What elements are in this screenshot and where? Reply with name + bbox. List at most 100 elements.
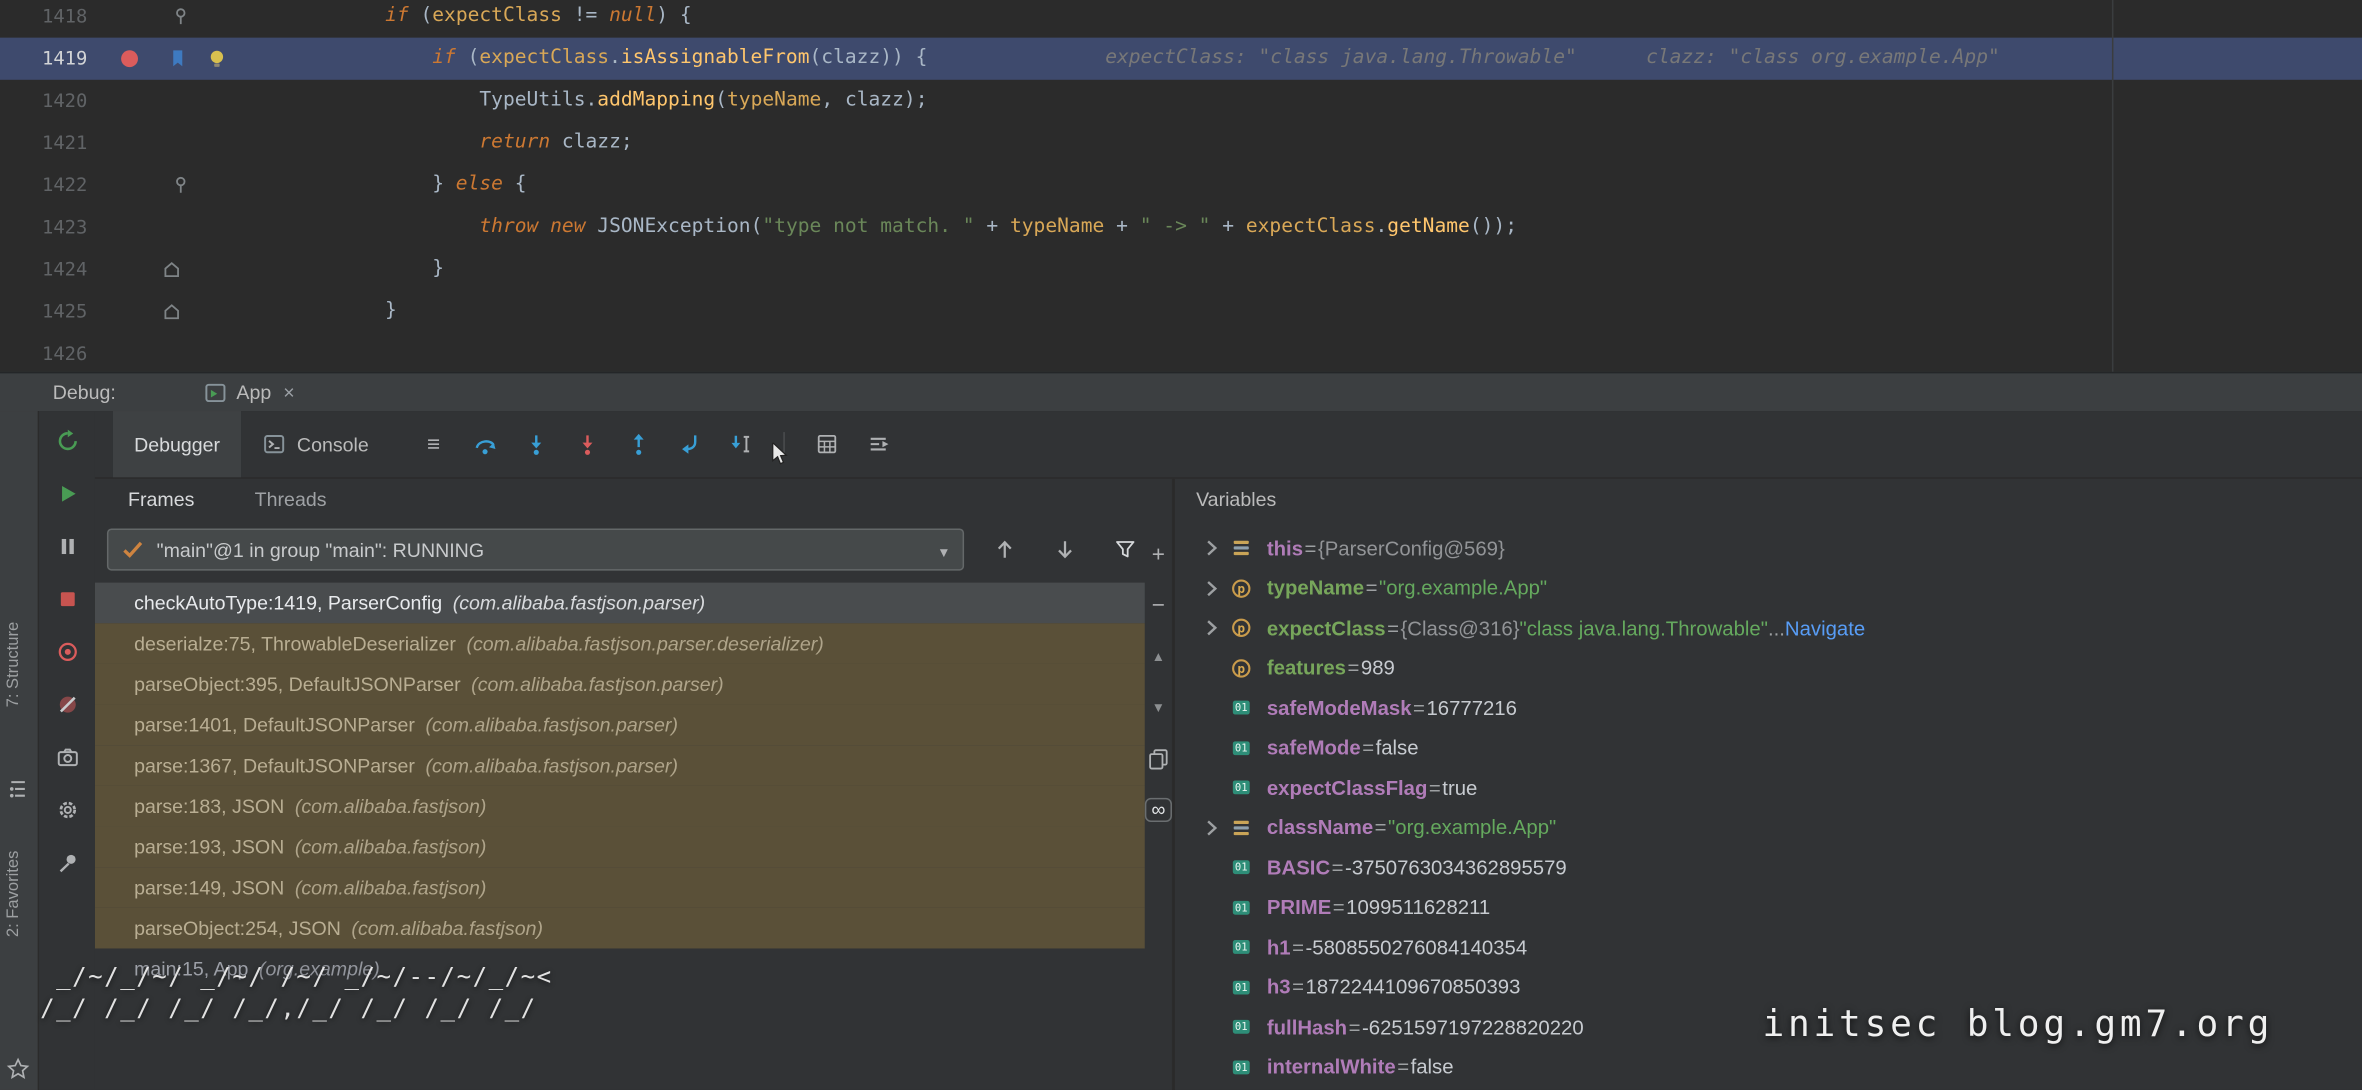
drop-frame-icon[interactable] [670,425,709,464]
frames-tabs: Frames Threads [95,479,1145,520]
async-traces-icon[interactable]: ∞ [1145,798,1172,822]
tab-debugger[interactable]: Debugger [113,411,241,477]
close-icon[interactable]: × [283,381,294,404]
code-line[interactable]: 1421 return clazz; [0,122,2362,164]
line-number[interactable]: 1425 [0,291,87,333]
svg-text:01: 01 [1235,982,1248,994]
copy-stack-icon[interactable] [1145,747,1172,771]
variable-row[interactable]: className = "org.example.App" [1175,808,2362,848]
line-number[interactable]: 1419 [0,38,87,80]
step-into-icon[interactable] [516,425,555,464]
line-number[interactable]: 1421 [0,122,87,164]
variable-row[interactable]: 01PRIME = 1099511628211 [1175,888,2362,928]
code-text [291,333,2362,372]
house-mark-icon [160,300,184,324]
frame-row[interactable]: parseObject:395, DefaultJSONParser(com.a… [95,664,1145,705]
variable-name: BASIC [1267,856,1330,879]
gutter-icons [87,80,290,122]
line-number[interactable]: 1423 [0,206,87,248]
favorites-icon[interactable] [6,1057,30,1081]
tab-frames[interactable]: Frames [128,488,194,511]
run-to-cursor-icon[interactable] [721,425,760,464]
chevron-right-icon[interactable] [1193,816,1229,840]
variable-value: {ParserConfig@569} [1318,537,1505,560]
code-line[interactable]: 1424 } [0,248,2362,290]
variable-row[interactable]: pfeatures = 989 [1175,648,2362,688]
variable-value: -6251597197228820220 [1362,1016,1584,1039]
chevron-right-icon[interactable] [1193,536,1229,560]
variable-row[interactable]: ptypeName = "org.example.App" [1175,568,2362,608]
mute-breakpoints-icon[interactable] [53,693,80,717]
rerun-icon[interactable] [53,429,80,453]
pin-mark-icon [169,5,193,29]
variable-row[interactable]: pexpectClass = {Class@316} "class java.l… [1175,608,2362,648]
structure-icon[interactable] [6,777,30,801]
code-line[interactable]: 1425 } [0,291,2362,333]
step-over-icon[interactable] [465,425,504,464]
variable-row[interactable]: 01BASIC = -3750763034362895579 [1175,848,2362,888]
frame-row[interactable]: parse:193, JSON(com.alibaba.fastjson) [95,827,1145,868]
scroll-down-icon[interactable]: ▼ [1145,696,1172,720]
resume-icon[interactable] [53,482,80,506]
toolwindow-button-structure[interactable]: 7: Structure [5,622,23,708]
add-icon[interactable]: + [1145,542,1172,566]
variable-row[interactable]: 01h3 = 1872244109670850393 [1175,967,2362,1007]
scroll-up-icon[interactable]: ▲ [1145,644,1172,668]
chevron-right-icon[interactable] [1193,576,1229,600]
evaluate-expression-icon[interactable] [807,425,846,464]
equals-sign: = [1305,537,1317,560]
breakpoint-icon[interactable] [117,47,141,71]
code-line[interactable]: 1420 TypeUtils.addMapping(typeName, claz… [0,80,2362,122]
tab-console[interactable]: Console [241,411,390,477]
variable-row[interactable]: 01h1 = -5808550276084140354 [1175,927,2362,967]
code-text: if (expectClass.isAssignableFrom(clazz))… [291,38,2362,80]
next-frame-icon[interactable] [1045,530,1084,569]
view-options-icon[interactable] [858,425,897,464]
prev-frame-icon[interactable] [985,530,1024,569]
line-number[interactable]: 1418 [0,0,87,38]
minus-icon[interactable]: − [1145,593,1172,617]
pin-icon[interactable] [53,851,80,875]
code-line[interactable]: 1426 [0,333,2362,372]
line-number[interactable]: 1420 [0,80,87,122]
frame-row[interactable]: deserialze:75, ThrowableDeserializer(com… [95,623,1145,664]
primitive-icon: 01 [1229,736,1259,760]
thread-selector[interactable]: "main"@1 in group "main": RUNNING ▼ [107,528,964,570]
toolwindow-button-favorites[interactable]: 2: Favorites [5,851,23,938]
frame-row[interactable]: parse:1367, DefaultJSONParser(com.alibab… [95,745,1145,786]
code-editor[interactable]: 1418 if (expectClass != null) {1419 if (… [0,0,2362,372]
frame-row[interactable]: checkAutoType:1419, ParserConfig(com.ali… [95,583,1145,624]
navigate-link[interactable]: Navigate [1785,617,1865,640]
code-line[interactable]: 1422 } else { [0,164,2362,206]
variable-row[interactable]: 01expectClassFlag = true [1175,768,2362,808]
frame-row[interactable]: parse:149, JSON(com.alibaba.fastjson) [95,867,1145,908]
variable-name: safeModeMask [1267,697,1412,720]
pause-icon[interactable] [53,534,80,558]
filter-icon[interactable] [1106,530,1145,569]
frame-row[interactable]: parse:1401, DefaultJSONParser(com.alibab… [95,705,1145,746]
code-line[interactable]: 1418 if (expectClass != null) { [0,0,2362,38]
code-line[interactable]: 1419 if (expectClass.isAssignableFrom(cl… [0,38,2362,80]
chevron-right-icon[interactable] [1193,616,1229,640]
line-number[interactable]: 1424 [0,248,87,290]
gutter-icons [87,122,290,164]
variable-row[interactable]: this = {ParserConfig@569} [1175,528,2362,568]
force-step-into-icon[interactable] [568,425,607,464]
stop-icon[interactable] [53,587,80,611]
code-line[interactable]: 1423 throw new JSONException("type not m… [0,206,2362,248]
layout-icon[interactable]: ≡ [414,425,453,464]
variable-row[interactable]: 01safeModeMask = 16777216 [1175,688,2362,728]
frame-row[interactable]: parseObject:254, JSON(com.alibaba.fastjs… [95,908,1145,949]
tab-app[interactable]: App × [191,373,307,411]
variable-row[interactable]: 01internalWhite = false [1175,1047,2362,1087]
chevron-down-icon: ▼ [937,538,950,561]
line-number[interactable]: 1422 [0,164,87,206]
view-breakpoints-icon[interactable] [53,640,80,664]
tab-threads[interactable]: Threads [255,488,327,511]
frame-row[interactable]: parse:183, JSON(com.alibaba.fastjson) [95,786,1145,827]
line-number[interactable]: 1426 [0,333,87,372]
thread-dump-icon[interactable] [53,745,80,769]
variable-row[interactable]: 01safeMode = false [1175,728,2362,768]
step-out-icon[interactable] [619,425,658,464]
settings-icon[interactable] [53,798,80,822]
